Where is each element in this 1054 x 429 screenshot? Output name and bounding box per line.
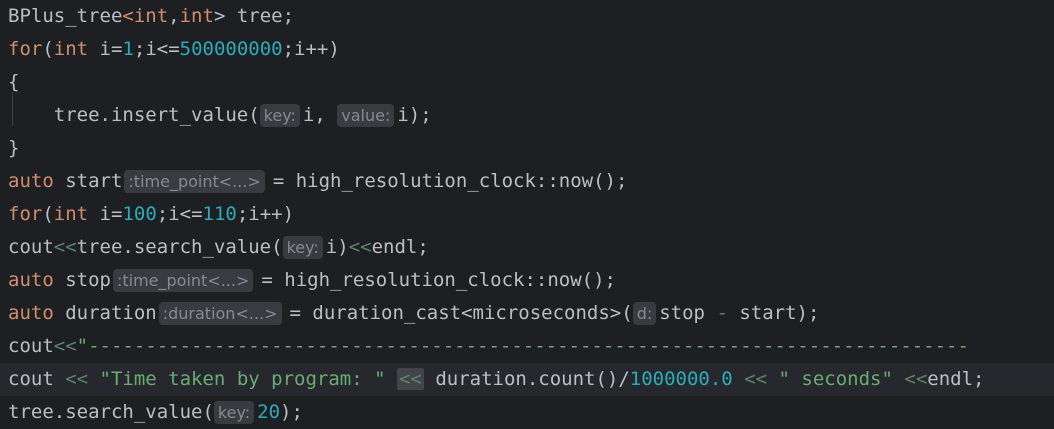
parameter-hint: key: [259, 104, 300, 127]
code-token: , [168, 5, 180, 27]
code-token: start [53, 170, 123, 192]
string-token: "---------------------------------------… [76, 335, 969, 357]
code-token: > tree; [213, 5, 295, 27]
operator-token: - [716, 302, 728, 324]
type-hint: :time_point<...> [124, 170, 265, 193]
code-token: endl; [371, 236, 429, 258]
code-token: { [8, 71, 20, 93]
code-token: BPlus_tree [8, 5, 123, 27]
keyword-token: int [53, 203, 89, 225]
code-line[interactable]: BPlus_tree<int,int> tree; [0, 0, 1054, 33]
code-line[interactable]: cout<<"---------------------------------… [0, 330, 1054, 363]
code-line[interactable]: for(int i=100;i<=110;i++) [0, 198, 1054, 231]
code-token: duration [53, 302, 157, 324]
type-hint: :duration<...> [158, 302, 282, 325]
code-token: ( [42, 38, 54, 60]
code-token: i= [88, 38, 123, 60]
parameter-hint: key: [213, 401, 255, 424]
type-hint: :time_point<...> [112, 269, 254, 292]
code-token: ;i++) [282, 38, 340, 60]
code-token: i) [325, 236, 349, 258]
code-token: cout [8, 236, 54, 258]
string-token: " seconds" [778, 368, 893, 390]
code-token: i); [397, 104, 432, 126]
code-token: i, [302, 104, 338, 126]
code-token: ); [280, 401, 303, 423]
operator-token: << [53, 335, 77, 357]
code-token: start); [727, 302, 820, 324]
code-line[interactable]: cout<<tree.search_value(key: i)<<endl; [0, 231, 1054, 264]
operator-token: << [65, 368, 89, 390]
number-token: 1 [122, 38, 134, 60]
code-token: ;i++) [236, 203, 295, 225]
code-token: stop [659, 302, 717, 324]
code-token: duration.count()/ [423, 368, 630, 390]
keyword-token: auto [8, 302, 54, 324]
code-line[interactable]: auto stop:time_point<...> = high_resoluti… [0, 264, 1054, 297]
code-token: cout [8, 335, 54, 357]
number-token: 1000000.0 [629, 368, 733, 390]
number-token: 20 [257, 401, 281, 423]
code-editor[interactable]: BPlus_tree<int,int> tree; for(int i=1;i<=… [0, 0, 1054, 428]
code-line[interactable]: tree.search_value(key: 20); [0, 396, 1054, 429]
code-token: ;i<= [156, 203, 203, 225]
code-token: cout [8, 368, 66, 390]
keyword-token: auto [8, 170, 54, 192]
operator-token: << [744, 368, 768, 390]
keyword-token: auto [8, 269, 54, 291]
code-token: tree.search_value( [76, 236, 283, 258]
code-token: tree.search_value( [8, 401, 214, 423]
keyword-token: for [8, 38, 43, 60]
number-token: 500000000 [179, 38, 283, 60]
code-token: ;i<= [133, 38, 180, 60]
code-token: = high_resolution_clock::now(); [261, 269, 616, 291]
operator-token: << [904, 368, 928, 390]
code-token: ( [42, 203, 54, 225]
keyword-token: int [179, 5, 214, 27]
operator-token: << [348, 236, 372, 258]
string-token: "Time taken by program: " [99, 368, 386, 390]
code-token: = duration_cast<microseconds>( [289, 302, 633, 324]
parameter-hint: key: [282, 236, 323, 259]
code-token: i= [88, 203, 123, 225]
code-line[interactable]: tree.insert_value(key: i, value: i); [0, 99, 1054, 132]
number-token: 110 [202, 203, 237, 225]
code-token: } [8, 137, 20, 159]
code-token: tree.insert_value( [8, 104, 260, 126]
code-line[interactable]: auto duration:duration<...> = duration_ca… [0, 297, 1054, 330]
parameter-hint: value: [337, 104, 395, 127]
code-line[interactable]: for(int i=1;i<=500000000;i++) [0, 33, 1054, 66]
parameter-hint: d: [632, 302, 657, 325]
code-token: endl; [927, 368, 985, 390]
code-line[interactable]: cout << "Time taken by program: " << dur… [0, 363, 1054, 396]
number-token: 100 [122, 203, 157, 225]
code-line[interactable]: auto start:time_point<...> = high_resolut… [0, 165, 1054, 198]
operator-token: << [53, 236, 77, 258]
keyword-token: for [8, 203, 43, 225]
code-line[interactable]: { [0, 66, 1054, 99]
highlighted-operator-token: << [396, 368, 424, 390]
keyword-token: int [53, 38, 89, 60]
code-line[interactable]: } [0, 132, 1054, 165]
keyword-token: <int [122, 5, 169, 27]
code-token: = high_resolution_clock::now(); [272, 170, 628, 192]
code-token: stop [53, 269, 111, 291]
